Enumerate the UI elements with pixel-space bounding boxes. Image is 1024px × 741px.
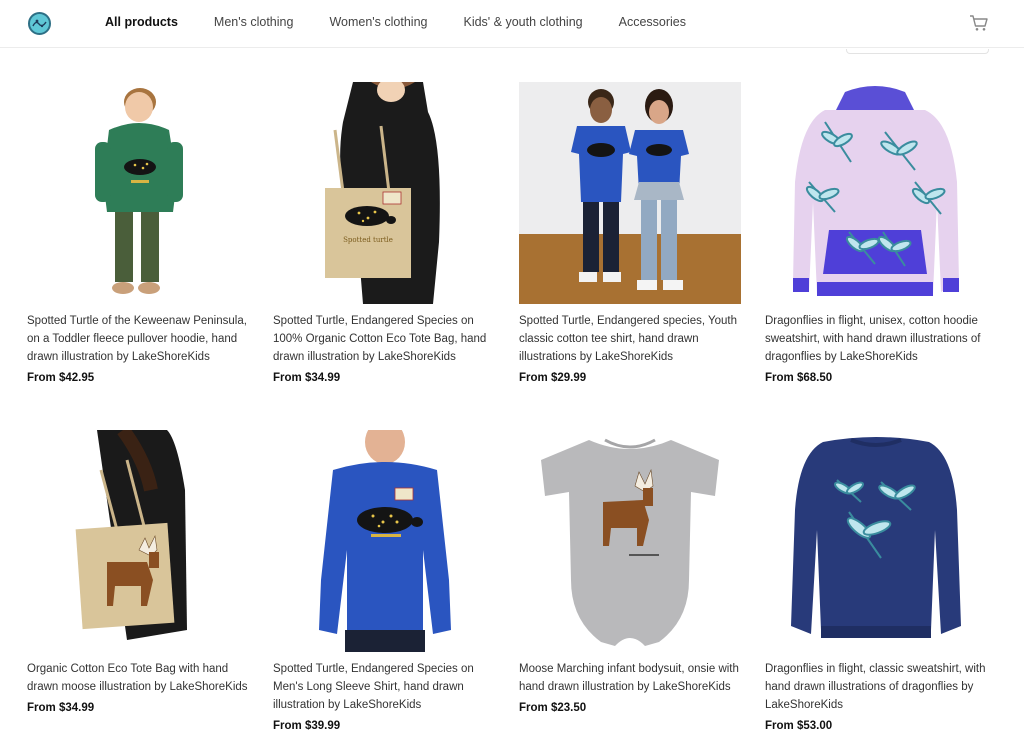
product-title[interactable]: Spotted Turtle, Endangered species, Yout… (519, 312, 741, 366)
product-price: From $29.99 (519, 372, 587, 384)
site-header: All products Men's clothing Women's clot… (0, 0, 1024, 48)
product-title[interactable]: Dragonflies in flight, classic sweatshir… (765, 660, 987, 714)
product-card[interactable]: Spotted Turtle, Endangered species, Yout… (519, 82, 741, 384)
product-card[interactable]: Spotted Turtle, Endangered Species on Me… (273, 430, 495, 732)
product-title[interactable]: Moose Marching infant bodysuit, onsie wi… (519, 660, 741, 696)
product-price: From $34.99 (27, 702, 95, 714)
product-image[interactable] (519, 82, 741, 304)
shopping-cart-icon[interactable] (969, 14, 989, 32)
main-nav: All products Men's clothing Women's clot… (105, 15, 722, 29)
product-card[interactable]: Dragonflies in flight, classic sweatshir… (765, 430, 987, 732)
product-image[interactable] (519, 430, 741, 652)
product-card[interactable]: Moose Marching infant bodysuit, onsie wi… (519, 430, 741, 714)
store-logo[interactable] (28, 12, 51, 35)
sort-dropdown[interactable] (846, 49, 989, 54)
product-image[interactable] (273, 430, 495, 652)
turtle-label-text: Spotted turtle (343, 236, 393, 244)
product-price: From $23.50 (519, 702, 587, 714)
nav-kids-youth-clothing[interactable]: Kids' & youth clothing (463, 15, 582, 29)
product-price: From $39.99 (273, 720, 341, 732)
nav-accessories[interactable]: Accessories (619, 15, 686, 29)
product-title[interactable]: Spotted Turtle of the Keweenaw Peninsula… (27, 312, 249, 366)
product-price: From $42.95 (27, 372, 95, 384)
nav-mens-clothing[interactable]: Men's clothing (214, 15, 294, 29)
product-card[interactable]: Dragonflies in flight, unisex, cotton ho… (765, 82, 987, 384)
product-price: From $53.00 (765, 720, 833, 732)
nav-all-products[interactable]: All products (105, 15, 178, 29)
product-card[interactable]: Spotted Turtle of the Keweenaw Peninsula… (27, 82, 249, 384)
product-title[interactable]: Spotted Turtle, Endangered Species on Me… (273, 660, 495, 714)
product-price: From $68.50 (765, 372, 833, 384)
product-card[interactable]: Organic Cotton Eco Tote Bag with hand dr… (27, 430, 249, 714)
product-card[interactable]: Spotted turtle Spotted Turtle, Endangere… (273, 82, 495, 384)
product-image[interactable]: Spotted turtle (273, 82, 495, 304)
product-image[interactable] (765, 430, 987, 652)
product-price: From $34.99 (273, 372, 341, 384)
product-image[interactable] (27, 430, 249, 652)
product-title[interactable]: Organic Cotton Eco Tote Bag with hand dr… (27, 660, 249, 696)
product-title[interactable]: Spotted Turtle, Endangered Species on 10… (273, 312, 495, 366)
product-image[interactable] (27, 82, 249, 304)
product-image[interactable] (765, 82, 987, 304)
nav-womens-clothing[interactable]: Women's clothing (329, 15, 427, 29)
product-title[interactable]: Dragonflies in flight, unisex, cotton ho… (765, 312, 987, 366)
